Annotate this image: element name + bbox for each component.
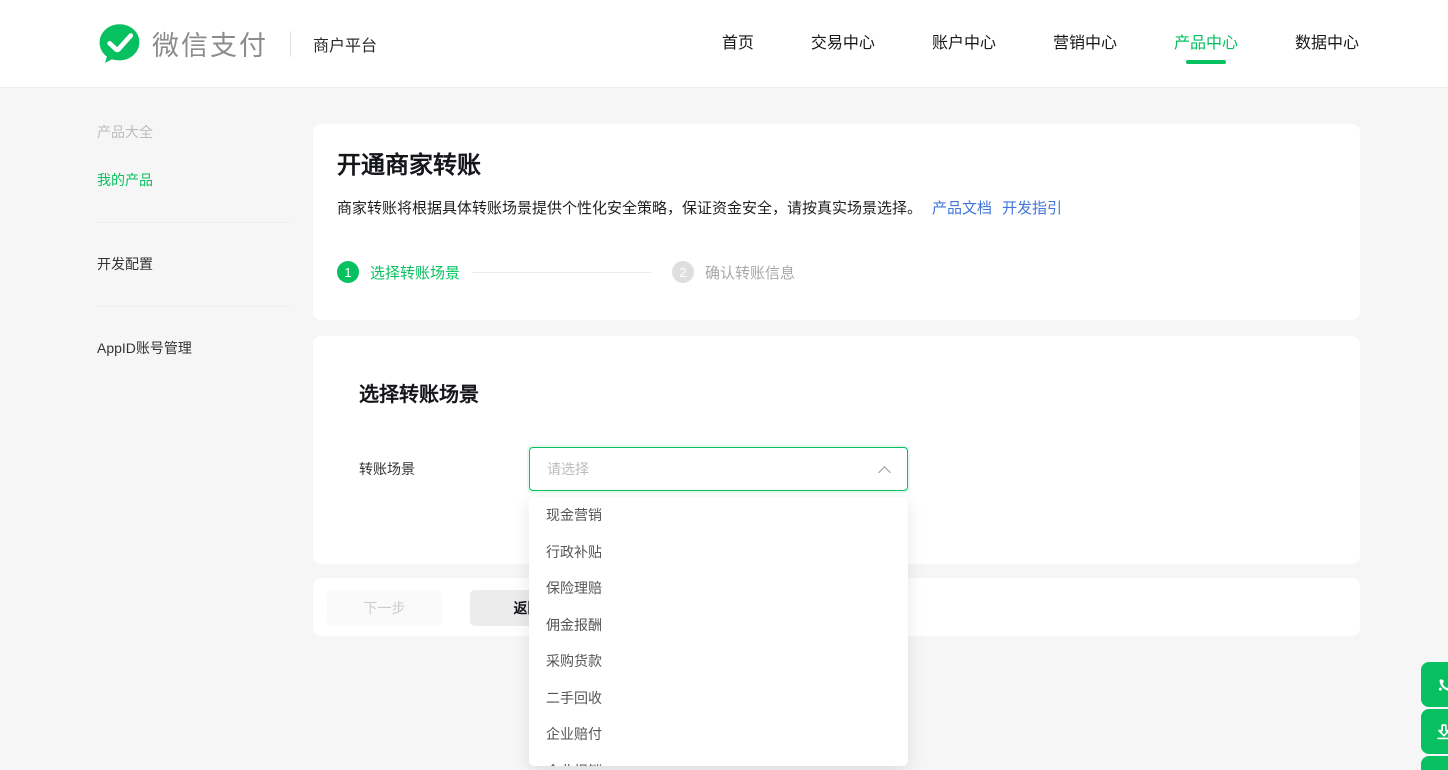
download-icon[interactable] xyxy=(1421,709,1448,754)
sidebar-item-my-products[interactable]: 我的产品 xyxy=(97,170,290,190)
intro-card: 开通商家转账 商家转账将根据具体转账场景提供个性化安全策略，保证资金安全，请按真… xyxy=(313,124,1360,320)
intro-description-text: 商家转账将根据具体转账场景提供个性化安全策略，保证资金安全，请按真实场景选择。 xyxy=(337,200,922,217)
scenario-form-row: 转账场景 请选择 xyxy=(359,447,1360,491)
sidebar-item-product-catalog[interactable]: 产品大全 xyxy=(97,122,290,142)
wechat-pay-logo: 微信支付 xyxy=(97,21,268,66)
sidebar-item-appid-management[interactable]: AppID账号管理 xyxy=(97,338,290,358)
section-heading: 选择转账场景 xyxy=(359,383,1360,407)
nav-item-account[interactable]: 账户中心 xyxy=(932,0,996,88)
dropdown-option-enterprise-compensation[interactable]: 企业赔付 xyxy=(529,716,908,753)
sidebar: 产品大全 我的产品 开发配置 AppID账号管理 xyxy=(97,88,290,358)
nav-item-transactions[interactable]: 交易中心 xyxy=(811,0,875,88)
top-header: 微信支付 商户平台 首页 交易中心 账户中心 营销中心 产品中心 数据中心 xyxy=(0,0,1448,88)
step-1: 1 选择转账场景 xyxy=(337,261,460,283)
nav-item-home[interactable]: 首页 xyxy=(722,0,754,88)
feedback-icon[interactable] xyxy=(1421,756,1448,770)
floating-toolbar xyxy=(1421,662,1448,770)
page-content: 产品大全 我的产品 开发配置 AppID账号管理 开通商家转账 商家转账将根据具… xyxy=(0,88,1448,770)
scenario-select-placeholder: 请选择 xyxy=(547,459,589,479)
header-divider xyxy=(290,31,291,57)
wechat-pay-logo-icon xyxy=(97,21,142,66)
portal-label: 商户平台 xyxy=(313,32,377,56)
intro-description: 商家转账将根据具体转账场景提供个性化安全策略，保证资金安全，请按真实场景选择。产… xyxy=(337,199,1336,219)
scenario-dropdown-panel: 现金营销 行政补贴 保险理赔 佣金报酬 采购货款 二手回收 企业赔付 企业报销 xyxy=(529,497,908,766)
nav-item-marketing[interactable]: 营销中心 xyxy=(1053,0,1117,88)
step-1-label: 选择转账场景 xyxy=(370,262,460,283)
step-2: 2 确认转账信息 xyxy=(672,261,795,283)
nav-item-data[interactable]: 数据中心 xyxy=(1295,0,1359,88)
step-2-label: 确认转账信息 xyxy=(705,262,795,283)
dropdown-option-secondhand-recycle[interactable]: 二手回收 xyxy=(529,680,908,717)
dropdown-option-admin-subsidy[interactable]: 行政补贴 xyxy=(529,534,908,571)
chevron-up-icon xyxy=(878,466,891,479)
logo-text: 微信支付 xyxy=(152,24,268,63)
step-indicator: 1 选择转账场景 2 确认转账信息 xyxy=(337,261,1336,283)
dev-guide-link[interactable]: 开发指引 xyxy=(1002,200,1062,217)
scenario-field-label: 转账场景 xyxy=(359,459,529,479)
sidebar-item-dev-config[interactable]: 开发配置 xyxy=(97,254,290,274)
sidebar-divider xyxy=(97,306,290,307)
main-nav: 首页 交易中心 账户中心 营销中心 产品中心 数据中心 xyxy=(722,0,1359,88)
step-1-number: 1 xyxy=(337,261,359,283)
product-doc-link[interactable]: 产品文档 xyxy=(932,200,992,217)
step-2-number: 2 xyxy=(672,261,694,283)
scenario-select[interactable]: 请选择 xyxy=(529,447,908,491)
dropdown-option-enterprise-reimbursement[interactable]: 企业报销 xyxy=(529,753,908,767)
dropdown-option-insurance-claim[interactable]: 保险理赔 xyxy=(529,570,908,607)
service-icon[interactable] xyxy=(1421,662,1448,707)
page-title: 开通商家转账 xyxy=(337,150,1336,182)
dropdown-option-procurement[interactable]: 采购货款 xyxy=(529,643,908,680)
sidebar-divider xyxy=(97,222,290,223)
dropdown-option-cash-marketing[interactable]: 现金营销 xyxy=(529,497,908,534)
next-step-button[interactable]: 下一步 xyxy=(327,590,442,626)
dropdown-option-commission[interactable]: 佣金报酬 xyxy=(529,607,908,644)
nav-item-products[interactable]: 产品中心 xyxy=(1174,0,1238,88)
step-connector-line xyxy=(472,272,651,273)
